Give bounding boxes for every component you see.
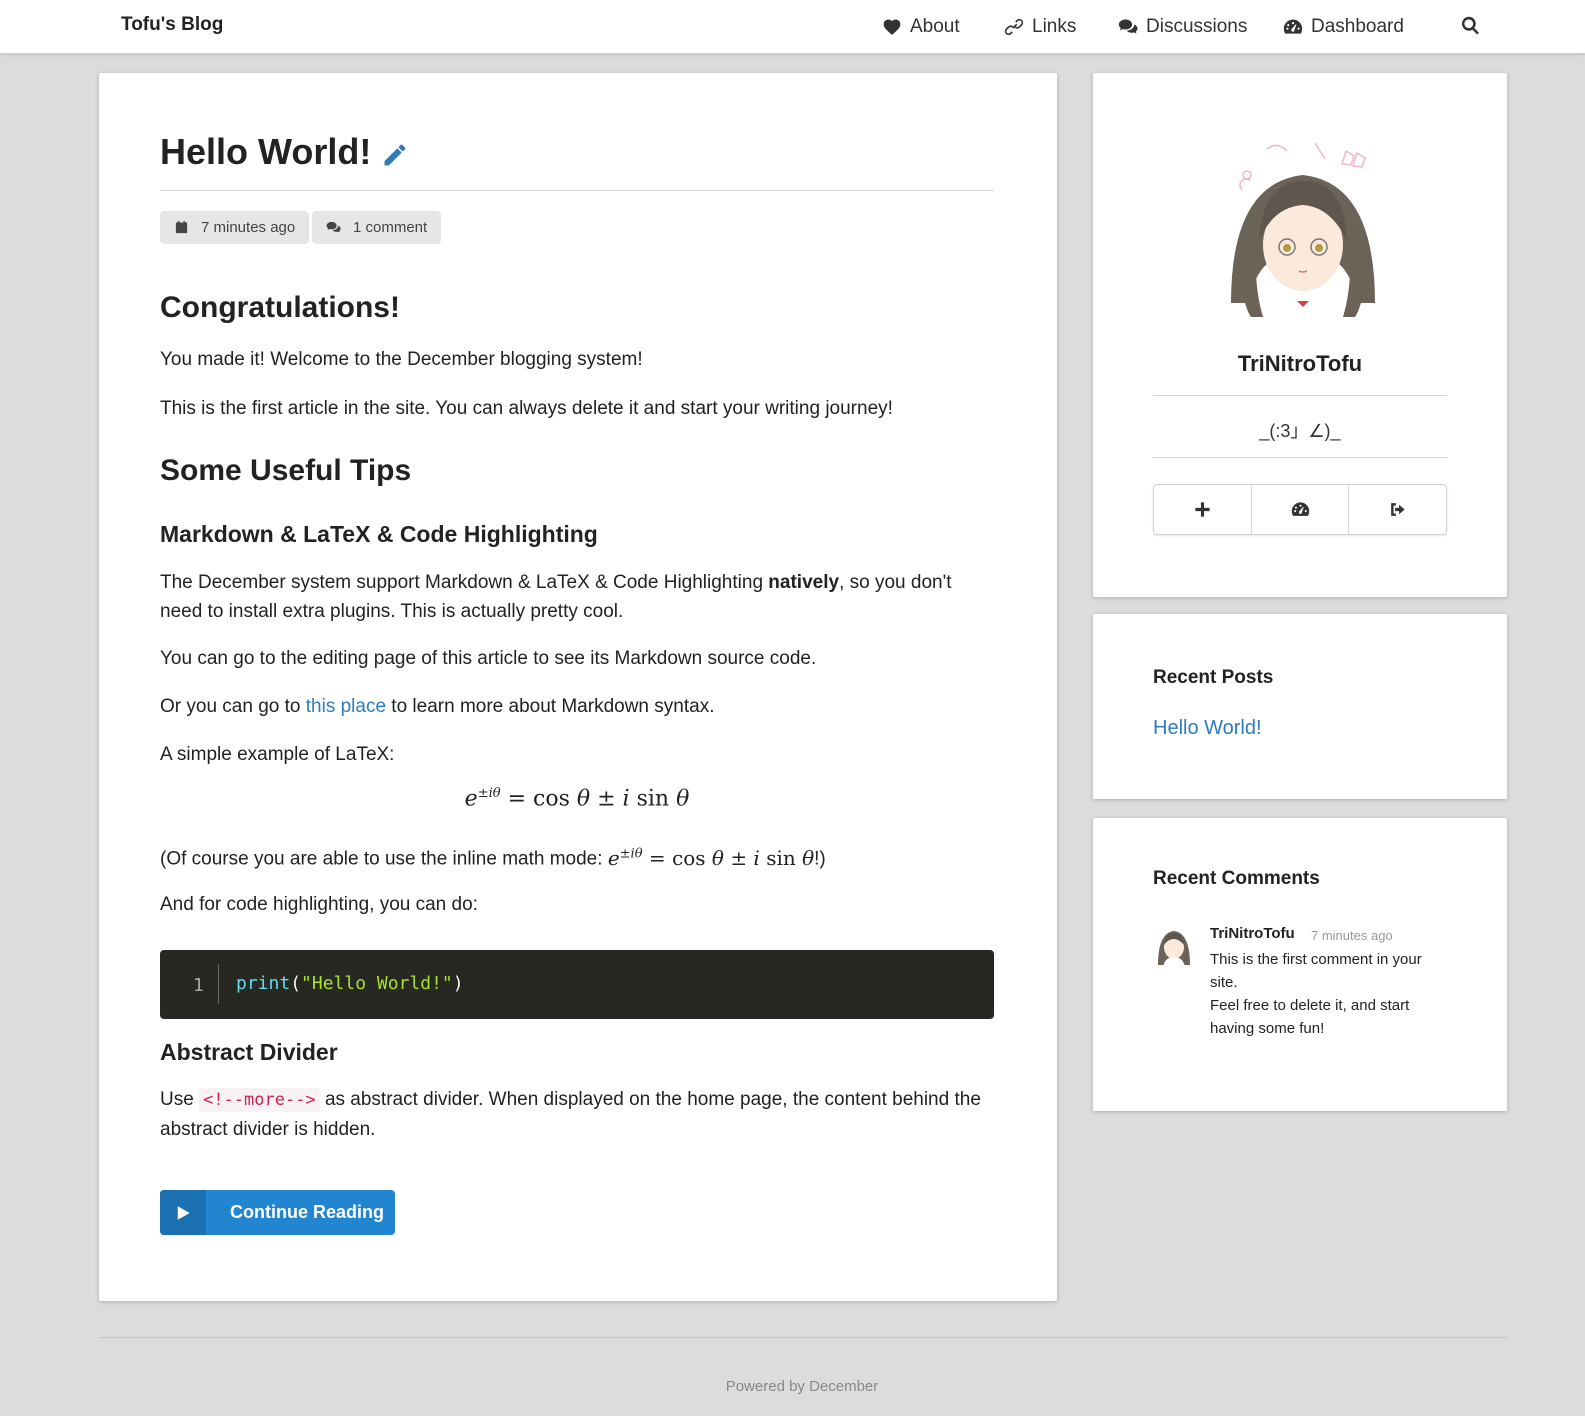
profile-action-buttons (1153, 484, 1447, 535)
paragraph-code-highlighting: And for code highlighting, you can do: (160, 894, 478, 915)
learn-text-b: to learn more about Markdown syntax. (386, 696, 715, 717)
avatar[interactable] (1211, 133, 1389, 323)
nav-links[interactable]: Links (1004, 14, 1076, 40)
post-time: 7 minutes ago (201, 219, 296, 236)
comments-icon (1118, 19, 1138, 34)
sign-out-button[interactable] (1349, 485, 1446, 534)
code-function: print (236, 973, 291, 994)
plus-icon (1195, 502, 1210, 517)
profile-name: TriNitroTofu (1237, 351, 1363, 376)
comment-time: 7 minutes ago (1311, 928, 1393, 943)
paragraph-latex-example: A simple example of LaTeX: (160, 744, 395, 765)
recent-posts-card: Recent Posts Hello World! (1093, 614, 1507, 799)
comment-body[interactable]: This is the first comment in your site. … (1210, 948, 1450, 1040)
new-post-button[interactable] (1154, 485, 1252, 534)
support-bold: natively (768, 572, 840, 593)
play-icon (177, 1205, 190, 1220)
code-open-paren: ( (290, 973, 302, 994)
dashboard-button[interactable] (1252, 485, 1350, 534)
profile-divider-top (1153, 395, 1447, 396)
paragraph-first-article: This is the first article in the site. Y… (160, 398, 893, 419)
paragraph-support: The December system support Markdown & L… (160, 568, 994, 626)
play-icon-box (160, 1190, 206, 1235)
heading-useful-tips: Some Useful Tips (160, 454, 412, 487)
recent-comments-card: Recent Comments TriNitroTofu 7 minutes a… (1093, 818, 1507, 1111)
inline-math-text-b: !) (814, 848, 826, 870)
post-title-text[interactable]: Hello World! (160, 131, 371, 173)
site-brand[interactable]: Tofu's Blog (121, 14, 223, 36)
paragraph-welcome: You made it! Welcome to the December blo… (160, 349, 643, 370)
post-comments-label[interactable]: 1 comment (312, 211, 442, 244)
search-icon (1461, 16, 1479, 35)
code-gutter-divider (218, 964, 219, 1004)
top-navbar: Tofu's Blog About Links Discussions Dash… (0, 0, 1585, 54)
nav-links-label: Links (1032, 16, 1077, 37)
paragraph-learn-more: Or you can go to this place to learn mor… (160, 692, 994, 721)
comments-icon (326, 221, 341, 233)
nav-about-label: About (910, 16, 960, 37)
code-line-number: 1 (193, 975, 204, 996)
footer-divider (99, 1337, 1507, 1338)
post-title: Hello World! (160, 131, 409, 173)
inline-code-more: <!--more--> (199, 1088, 320, 1112)
pencil-icon[interactable] (381, 141, 409, 169)
code-close-paren: ) (452, 973, 464, 994)
inline-math-formula: e±iθ = cos θ ± i sin θ (607, 845, 815, 870)
link-icon (1004, 18, 1024, 36)
calendar-icon (175, 221, 188, 234)
paragraph-inline-math: (Of course you are able to use the inlin… (160, 839, 994, 874)
code-string: "Hello World!" (301, 973, 453, 994)
heading-abstract-divider: Abstract Divider (160, 1039, 338, 1065)
dashboard-icon (1291, 502, 1309, 516)
nav-search-button[interactable] (1460, 15, 1481, 41)
nav-discussions[interactable]: Discussions (1118, 14, 1247, 40)
comment-avatar[interactable] (1153, 925, 1195, 967)
comment-line-2: Feel free to delete it, and start having… (1210, 997, 1410, 1037)
paragraph-editing-page: You can go to the editing page of this a… (160, 648, 817, 669)
dashboard-icon (1283, 19, 1303, 34)
heart-icon (883, 19, 901, 35)
continue-reading-label: Continue Reading (230, 1202, 384, 1222)
display-math-formula: e±iθ = cos θ ± i sin θ (464, 786, 690, 812)
profile-card: TriNitroTofu _(:3」∠)_ (1093, 73, 1507, 597)
profile-motto: _(:3」∠)_ (1259, 421, 1341, 441)
continue-reading-button[interactable]: Continue Reading (160, 1190, 395, 1235)
nav-discussions-label: Discussions (1146, 16, 1248, 37)
profile-divider-bottom (1153, 457, 1447, 458)
post-comment-count: 1 comment (353, 219, 428, 236)
nav-about[interactable]: About (882, 14, 960, 40)
heading-congratulations: Congratulations! (160, 291, 400, 324)
post-time-label: 7 minutes ago (160, 211, 310, 244)
this-place-link[interactable]: this place (306, 696, 386, 717)
recent-comments-heading: Recent Comments (1153, 868, 1320, 889)
comment-author[interactable]: TriNitroTofu (1210, 925, 1295, 942)
code-line: print("Hello World!") (236, 973, 464, 994)
footer-powered-by: Powered by December (725, 1378, 879, 1395)
sign-out-icon (1391, 503, 1405, 516)
article-card: Hello World! 7 minutes ago 1 comment Con… (99, 73, 1057, 1301)
recent-post-link[interactable]: Hello World! (1153, 717, 1262, 740)
code-block: 1 print("Hello World!") (160, 950, 994, 1019)
recent-posts-heading: Recent Posts (1153, 667, 1274, 688)
nav-dashboard[interactable]: Dashboard (1283, 14, 1404, 40)
learn-text-a: Or you can go to (160, 696, 306, 717)
paragraph-abstract-divider: Use <!--more--> as abstract divider. Whe… (160, 1085, 994, 1144)
nav-dashboard-label: Dashboard (1311, 16, 1404, 37)
support-text-a: The December system support Markdown & L… (160, 572, 769, 593)
title-divider (160, 190, 994, 191)
divider-text-a: Use (160, 1089, 200, 1110)
inline-math-text-a: (Of course you are able to use the inlin… (160, 848, 608, 870)
heading-markdown-latex: Markdown & LaTeX & Code Highlighting (160, 521, 598, 547)
comment-line-1: This is the first comment in your site. (1210, 951, 1422, 991)
